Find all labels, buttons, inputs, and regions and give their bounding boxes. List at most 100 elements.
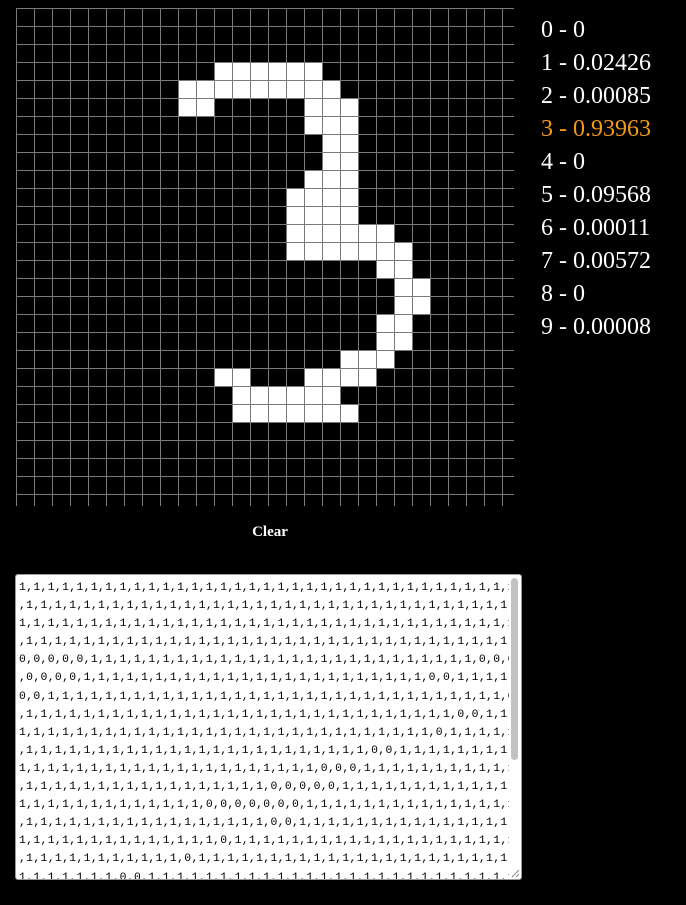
pixel-cell[interactable] bbox=[52, 278, 70, 296]
pixel-cell[interactable] bbox=[142, 224, 160, 242]
pixel-cell[interactable] bbox=[430, 26, 448, 44]
pixel-cell[interactable] bbox=[376, 170, 394, 188]
pixel-cell[interactable] bbox=[232, 296, 250, 314]
pixel-cell[interactable] bbox=[286, 314, 304, 332]
pixel-cell[interactable] bbox=[250, 404, 268, 422]
pixel-cell[interactable] bbox=[16, 458, 34, 476]
pixel-cell[interactable] bbox=[304, 170, 322, 188]
pixel-cell[interactable] bbox=[196, 62, 214, 80]
pixel-cell[interactable] bbox=[412, 404, 430, 422]
pixel-cell[interactable] bbox=[214, 458, 232, 476]
pixel-cell[interactable] bbox=[304, 332, 322, 350]
pixel-cell[interactable] bbox=[124, 8, 142, 26]
pixel-cell[interactable] bbox=[232, 224, 250, 242]
pixel-cell[interactable] bbox=[268, 170, 286, 188]
pixel-cell[interactable] bbox=[358, 26, 376, 44]
pixel-cell[interactable] bbox=[106, 476, 124, 494]
pixel-cell[interactable] bbox=[70, 62, 88, 80]
pixel-cell[interactable] bbox=[430, 404, 448, 422]
pixel-cell[interactable] bbox=[178, 224, 196, 242]
pixel-cell[interactable] bbox=[412, 296, 430, 314]
pixel-cell[interactable] bbox=[340, 422, 358, 440]
pixel-cell[interactable] bbox=[88, 242, 106, 260]
pixel-cell[interactable] bbox=[412, 134, 430, 152]
pixel-cell[interactable] bbox=[322, 278, 340, 296]
pixel-cell[interactable] bbox=[34, 368, 52, 386]
pixel-cell[interactable] bbox=[16, 278, 34, 296]
pixel-cell[interactable] bbox=[394, 260, 412, 278]
pixel-cell[interactable] bbox=[106, 26, 124, 44]
pixel-cell[interactable] bbox=[232, 170, 250, 188]
pixel-cell[interactable] bbox=[52, 386, 70, 404]
pixel-cell[interactable] bbox=[124, 242, 142, 260]
pixel-cell[interactable] bbox=[16, 314, 34, 332]
pixel-cell[interactable] bbox=[484, 98, 502, 116]
pixel-cell[interactable] bbox=[106, 386, 124, 404]
pixel-cell[interactable] bbox=[88, 332, 106, 350]
pixel-cell[interactable] bbox=[178, 296, 196, 314]
pixel-cell[interactable] bbox=[376, 296, 394, 314]
pixel-cell[interactable] bbox=[340, 440, 358, 458]
pixel-cell[interactable] bbox=[376, 206, 394, 224]
pixel-cell[interactable] bbox=[88, 476, 106, 494]
pixel-cell[interactable] bbox=[286, 80, 304, 98]
pixel-cell[interactable] bbox=[106, 242, 124, 260]
pixel-cell[interactable] bbox=[286, 476, 304, 494]
pixel-cell[interactable] bbox=[16, 62, 34, 80]
pixel-cell[interactable] bbox=[88, 62, 106, 80]
pixel-cell[interactable] bbox=[322, 8, 340, 26]
pixel-cell[interactable] bbox=[250, 170, 268, 188]
pixel-cell[interactable] bbox=[88, 134, 106, 152]
pixel-cell[interactable] bbox=[178, 242, 196, 260]
pixel-cell[interactable] bbox=[322, 314, 340, 332]
pixel-cell[interactable] bbox=[466, 224, 484, 242]
pixel-cell[interactable] bbox=[142, 188, 160, 206]
pixel-cell[interactable] bbox=[232, 314, 250, 332]
pixel-cell[interactable] bbox=[70, 368, 88, 386]
pixel-cell[interactable] bbox=[394, 314, 412, 332]
pixel-cell[interactable] bbox=[34, 422, 52, 440]
pixel-cell[interactable] bbox=[34, 242, 52, 260]
pixel-cell[interactable] bbox=[340, 44, 358, 62]
pixel-cell[interactable] bbox=[124, 314, 142, 332]
pixel-cell[interactable] bbox=[286, 260, 304, 278]
pixel-cell[interactable] bbox=[88, 386, 106, 404]
pixel-cell[interactable] bbox=[340, 8, 358, 26]
pixel-cell[interactable] bbox=[268, 314, 286, 332]
pixel-cell[interactable] bbox=[340, 386, 358, 404]
pixel-cell[interactable] bbox=[160, 224, 178, 242]
pixel-cell[interactable] bbox=[376, 278, 394, 296]
pixel-cell[interactable] bbox=[178, 98, 196, 116]
pixel-cell[interactable] bbox=[394, 224, 412, 242]
pixel-cell[interactable] bbox=[466, 278, 484, 296]
pixel-cell[interactable] bbox=[124, 116, 142, 134]
pixel-cell[interactable] bbox=[142, 152, 160, 170]
pixel-cell[interactable] bbox=[250, 368, 268, 386]
pixel-cell[interactable] bbox=[268, 422, 286, 440]
pixel-cell[interactable] bbox=[268, 350, 286, 368]
pixel-cell[interactable] bbox=[232, 350, 250, 368]
pixel-cell[interactable] bbox=[52, 134, 70, 152]
pixel-cell[interactable] bbox=[448, 116, 466, 134]
pixel-cell[interactable] bbox=[268, 494, 286, 512]
pixel-cell[interactable] bbox=[466, 116, 484, 134]
pixel-cell[interactable] bbox=[304, 368, 322, 386]
pixel-cell[interactable] bbox=[376, 26, 394, 44]
pixel-cell[interactable] bbox=[196, 314, 214, 332]
pixel-cell[interactable] bbox=[196, 170, 214, 188]
pixel-cell[interactable] bbox=[358, 476, 376, 494]
pixel-cell[interactable] bbox=[466, 404, 484, 422]
pixel-cell[interactable] bbox=[16, 116, 34, 134]
pixel-cell[interactable] bbox=[286, 98, 304, 116]
pixel-cell[interactable] bbox=[178, 260, 196, 278]
pixel-cell[interactable] bbox=[286, 134, 304, 152]
pixel-cell[interactable] bbox=[304, 26, 322, 44]
pixel-cell[interactable] bbox=[304, 80, 322, 98]
pixel-cell[interactable] bbox=[268, 278, 286, 296]
pixel-cell[interactable] bbox=[142, 458, 160, 476]
pixel-cell[interactable] bbox=[448, 224, 466, 242]
pixel-cell[interactable] bbox=[304, 296, 322, 314]
pixel-cell[interactable] bbox=[250, 458, 268, 476]
pixel-cell[interactable] bbox=[106, 296, 124, 314]
pixel-cell[interactable] bbox=[286, 152, 304, 170]
